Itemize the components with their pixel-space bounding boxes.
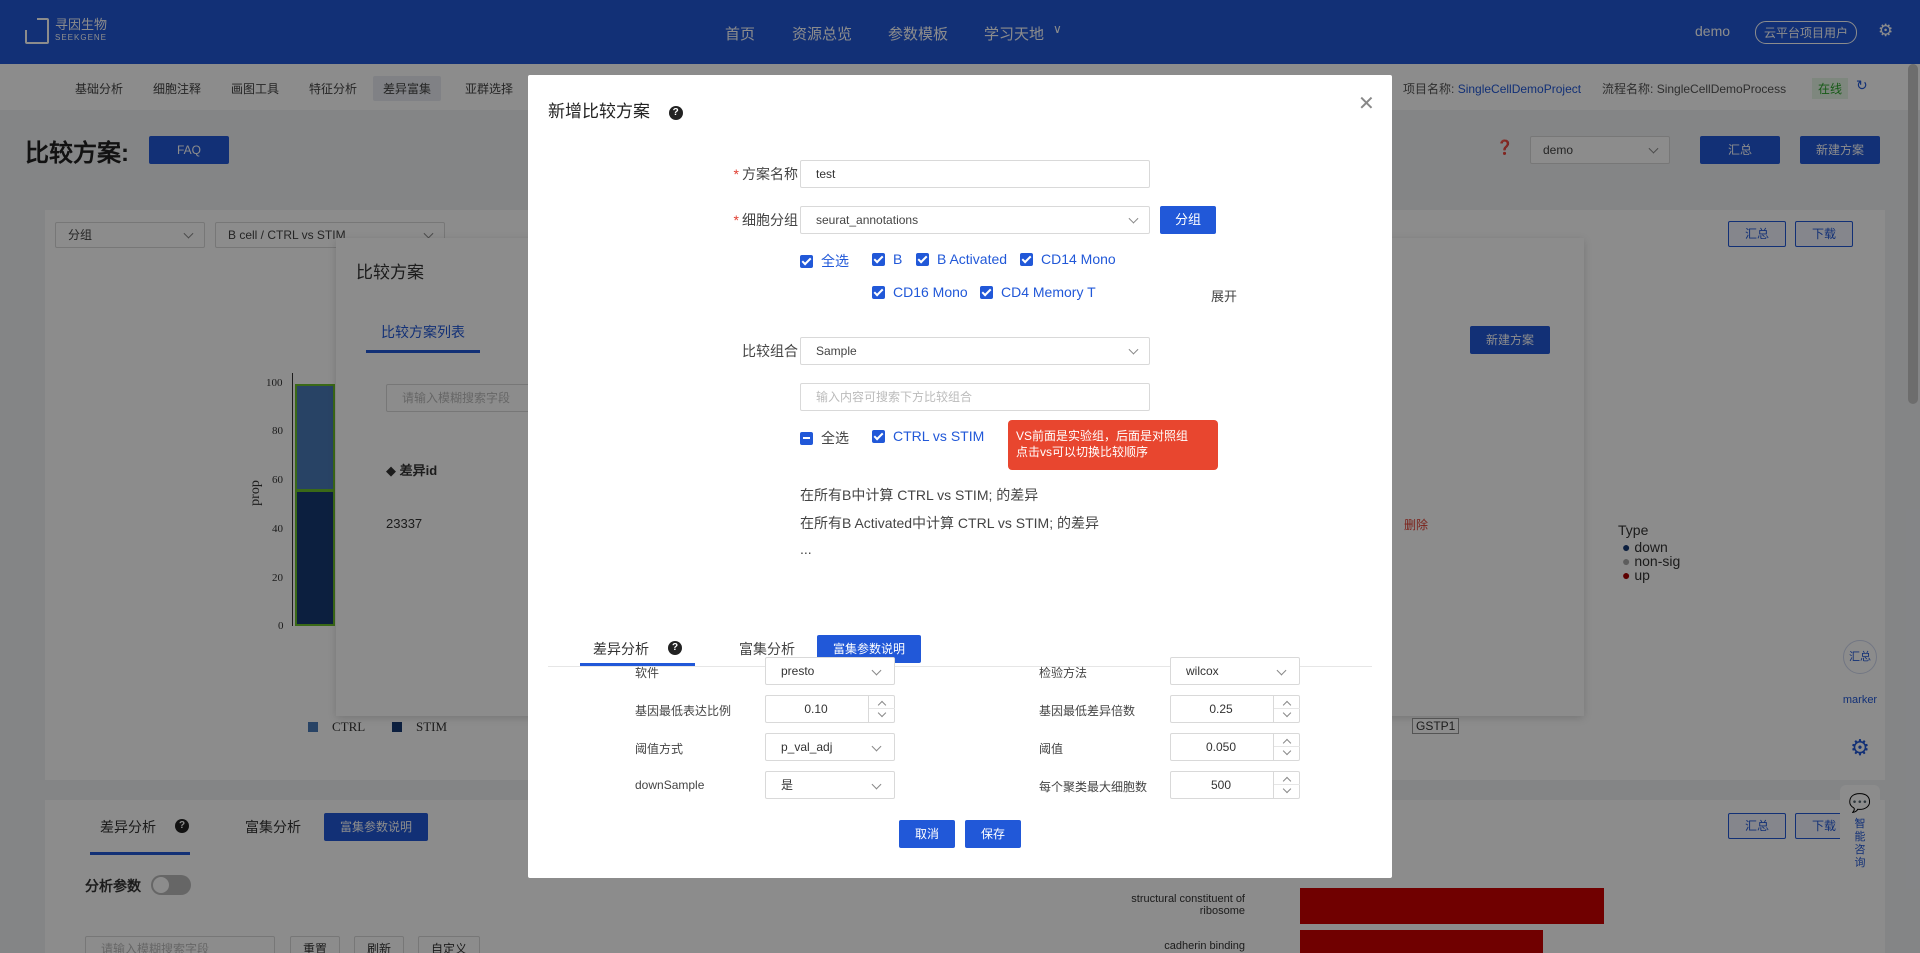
help-icon[interactable]: ?	[668, 641, 682, 655]
new-plan-modal: 新增比较方案 ? ✕ * 方案名称 test * 细胞分组 seurat_annot…	[528, 75, 1392, 878]
downsample-label: downSample	[635, 778, 705, 792]
threshold-stepper[interactable]: 0.050	[1170, 733, 1300, 761]
test-method-label: 检验方法	[1039, 666, 1088, 680]
info-line-2: 在所有B Activated中计算 CTRL vs STIM; 的差异	[800, 515, 1099, 531]
cell-select-all[interactable]: 全选	[800, 251, 849, 271]
cell-group-select[interactable]: seurat_annotations	[800, 206, 1150, 234]
compare-select[interactable]: Sample	[800, 337, 1150, 365]
threshold-mode-select[interactable]: p_val_adj	[765, 733, 895, 761]
threshold-mode-label: 阈值方式	[635, 742, 684, 756]
threshold-label: 阈值	[1039, 742, 1064, 756]
checkbox-checked-icon	[916, 252, 929, 266]
compare-label: 比较组合	[742, 343, 798, 359]
cell-checkbox-b[interactable]: B	[872, 251, 902, 267]
group-button[interactable]: 分组	[1160, 206, 1216, 234]
modal-tab-diff[interactable]: 差异分析	[593, 639, 649, 659]
compare-checkbox-ctrl-vs-stim[interactable]: CTRL vs STIM	[872, 428, 984, 444]
max-cells-label: 每个聚类最大细胞数	[1039, 780, 1148, 794]
info-line-1: 在所有B中计算 CTRL vs STIM; 的差异	[800, 487, 1039, 503]
checkbox-checked-icon	[1020, 252, 1033, 266]
help-icon[interactable]: ?	[668, 105, 683, 120]
cell-checkbox-cd16-mono[interactable]: CD16 Mono	[872, 284, 968, 300]
cell-group-label: * 细胞分组	[733, 212, 798, 228]
cell-checkbox-cd4-memory-t[interactable]: CD4 Memory T	[980, 284, 1096, 300]
cancel-button[interactable]: 取消	[899, 820, 955, 848]
min-pct-stepper[interactable]: 0.10	[765, 695, 895, 723]
modal-tab-enrich[interactable]: 富集分析	[739, 639, 795, 659]
checkbox-checked-icon	[980, 285, 993, 299]
test-method-select[interactable]: wilcox	[1170, 657, 1300, 685]
save-button[interactable]: 保存	[965, 820, 1021, 848]
checkbox-checked-icon	[872, 285, 885, 299]
min-pct-label: 基因最低表达比例	[635, 704, 732, 718]
close-icon[interactable]: ✕	[1358, 91, 1375, 116]
cell-checkbox-cd14-mono[interactable]: CD14 Mono	[1020, 251, 1116, 267]
cell-checkbox-b-activated[interactable]: B Activated	[916, 251, 1007, 267]
compare-select-all[interactable]: 全选	[800, 428, 849, 448]
info-line-3: ...	[800, 541, 812, 557]
plan-name-label: * 方案名称	[733, 166, 798, 182]
compare-search-input[interactable]: 输入内容可搜索下方比较组合	[800, 383, 1150, 411]
checkbox-checked-icon	[872, 429, 885, 443]
max-cells-stepper[interactable]: 500	[1170, 771, 1300, 799]
compare-tooltip: VS前面是实验组，后面是对照组 点击vs可以切换比较顺序	[1008, 420, 1218, 470]
downsample-select[interactable]: 是	[765, 771, 895, 799]
modal-title: 新增比较方案 ?	[548, 97, 683, 122]
software-label: 软件	[635, 666, 660, 680]
expand-link[interactable]: 展开	[1211, 286, 1237, 305]
min-fc-stepper[interactable]: 0.25	[1170, 695, 1300, 723]
checkbox-checked-icon	[872, 252, 885, 266]
checkbox-indeterminate-icon	[800, 431, 813, 445]
software-select[interactable]: presto	[765, 657, 895, 685]
checkbox-checked-icon	[800, 254, 813, 268]
min-fc-label: 基因最低差异倍数	[1039, 704, 1136, 718]
plan-name-input[interactable]: test	[800, 160, 1150, 188]
